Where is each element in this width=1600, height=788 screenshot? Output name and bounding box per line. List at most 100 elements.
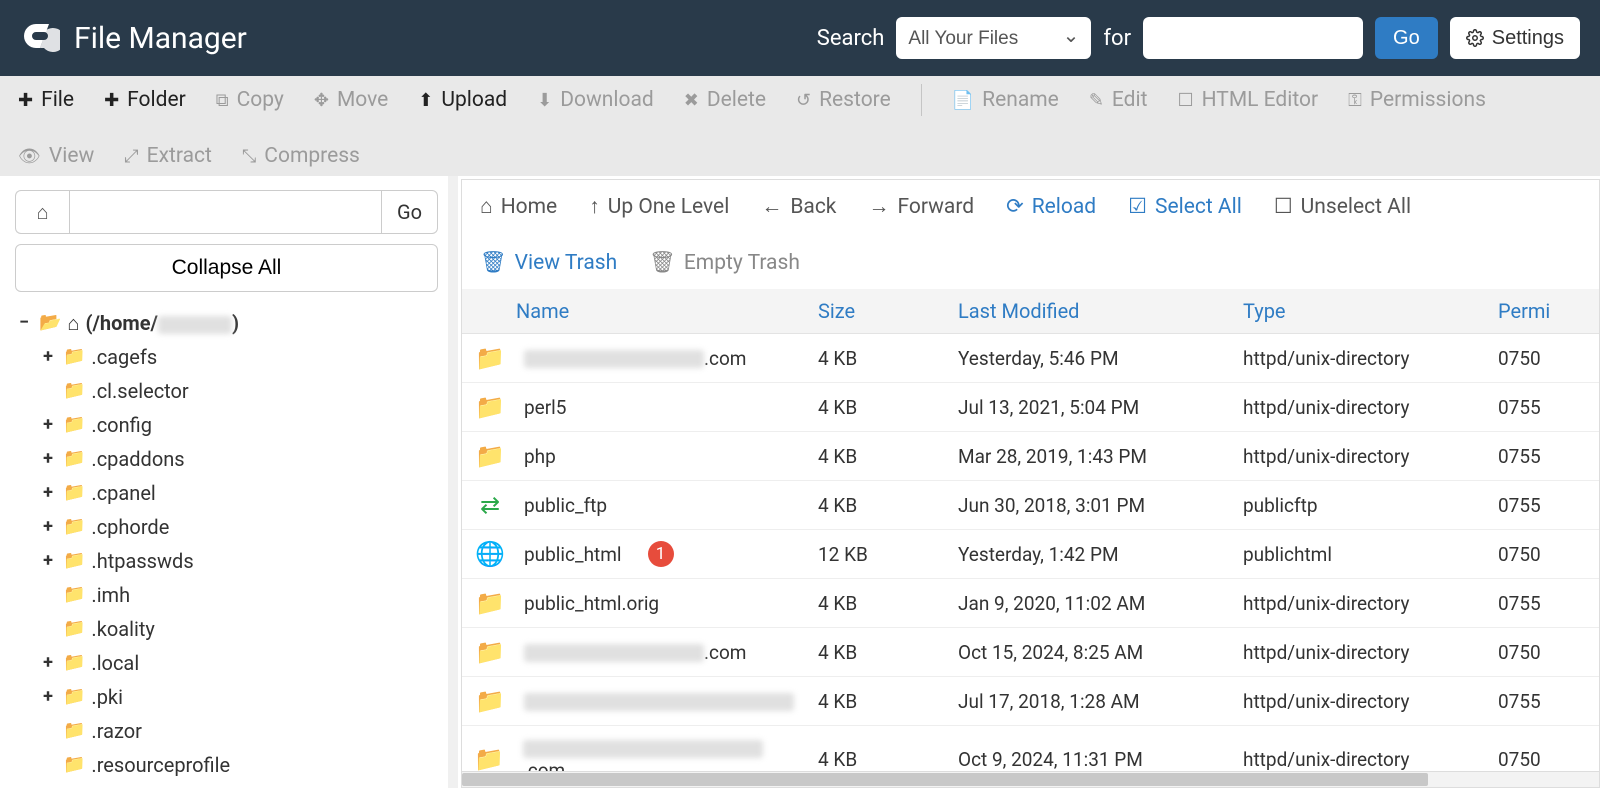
file-name	[524, 690, 794, 713]
download-button[interactable]: ⬇Download	[537, 88, 654, 112]
table-row[interactable]: 📁php4 KBMar 28, 2019, 1:43 PMhttpd/unix-…	[462, 432, 1599, 481]
settings-button[interactable]: Settings	[1450, 17, 1580, 59]
tree-item[interactable]: +📁.softaculous	[39, 782, 438, 788]
expand-icon[interactable]: +	[39, 411, 57, 440]
tree-item[interactable]: +📁.cpanel	[39, 476, 438, 510]
page-title: File Manager	[74, 21, 247, 56]
forward-button[interactable]: →Forward	[868, 195, 974, 219]
tree-item-label: .razor	[91, 715, 142, 747]
reload-button[interactable]: ⟳Reload	[1006, 194, 1096, 219]
tree-item[interactable]: +📁.cl.selector	[39, 374, 438, 408]
delete-button[interactable]: ✖Delete	[684, 88, 766, 112]
home-button[interactable]: ⌂Home	[480, 195, 557, 219]
up-one-level-button[interactable]: ↑Up One Level	[589, 195, 729, 219]
expand-icon[interactable]: +	[39, 649, 57, 678]
file-permissions: 0750	[1486, 628, 1599, 677]
plus-icon: ✚	[18, 90, 33, 111]
home-icon[interactable]: ⌂	[15, 190, 69, 234]
content-pane: ⌂Home ↑Up One Level ←Back →Forward ⟳Relo…	[458, 176, 1600, 788]
tree-item[interactable]: +📁.pki	[39, 680, 438, 714]
permissions-button[interactable]: ⚿Permissions	[1348, 88, 1486, 112]
file-type: publichtml	[1231, 530, 1486, 579]
copy-button[interactable]: ⧉Copy	[216, 88, 284, 112]
col-permissions[interactable]: Permi	[1486, 289, 1599, 334]
tree-item[interactable]: +📁.cagefs	[39, 340, 438, 374]
file-name: .com	[523, 736, 794, 771]
table-row[interactable]: 📁.com4 KBOct 15, 2024, 8:25 AMhttpd/unix…	[462, 628, 1599, 677]
tree-item[interactable]: +📁.cpaddons	[39, 442, 438, 476]
col-type[interactable]: Type	[1231, 289, 1486, 334]
tree-item-label: .resourceprofile	[91, 749, 230, 781]
move-button[interactable]: ✥Move	[314, 88, 388, 112]
file-button[interactable]: ✚File	[18, 88, 74, 112]
html-editor-button[interactable]: ☐HTML Editor	[1177, 88, 1318, 112]
empty-trash-button[interactable]: 🗑Empty Trash	[649, 251, 800, 275]
tree-item[interactable]: +📁.resourceprofile	[39, 748, 438, 782]
expand-icon[interactable]: +	[39, 547, 57, 576]
view-trash-button[interactable]: 🗑View Trash	[480, 251, 617, 275]
reload-icon: ⟳	[1006, 194, 1024, 219]
folder-icon: 📁	[63, 785, 85, 788]
folder-icon: 📁	[63, 479, 85, 508]
table-row[interactable]: 📁perl54 KBJul 13, 2021, 5:04 PMhttpd/uni…	[462, 383, 1599, 432]
expand-icon[interactable]: +	[39, 683, 57, 712]
table-row[interactable]: 📁4 KBJul 17, 2018, 1:28 AMhttpd/unix-dir…	[462, 677, 1599, 726]
tree-item[interactable]: +📁.imh	[39, 578, 438, 612]
tree-item[interactable]: +📁.config	[39, 408, 438, 442]
path-input[interactable]	[69, 190, 382, 234]
rename-button[interactable]: 📄Rename	[952, 88, 1059, 112]
back-button[interactable]: ←Back	[761, 195, 836, 219]
expand-icon[interactable]: +	[39, 479, 57, 508]
compress-button[interactable]: ⤡Compress	[242, 144, 360, 168]
tree-item-label: .imh	[91, 579, 130, 611]
expand-icon[interactable]: +	[39, 513, 57, 542]
file-permissions: 0755	[1486, 677, 1599, 726]
file-name: php	[524, 445, 556, 468]
tree-item[interactable]: +📁.htpasswds	[39, 544, 438, 578]
left-arrow-icon: ←	[761, 195, 782, 219]
horizontal-scrollbar[interactable]	[462, 771, 1599, 787]
folder-button[interactable]: ✚Folder	[104, 88, 186, 112]
extract-button[interactable]: ⤢Extract	[124, 144, 212, 168]
file-size: 4 KB	[806, 628, 946, 677]
table-row[interactable]: 🌐public_html112 KBYesterday, 1:42 PMpubl…	[462, 530, 1599, 579]
select-all-button[interactable]: ☑Select All	[1128, 194, 1242, 219]
expand-icon[interactable]: +	[39, 785, 57, 788]
tree-item[interactable]: +📁.razor	[39, 714, 438, 748]
unselect-all-button[interactable]: ☐Unselect All	[1274, 194, 1411, 219]
file-size: 4 KB	[806, 726, 946, 772]
file-type: publicftp	[1231, 481, 1486, 530]
path-go-button[interactable]: Go	[382, 190, 438, 234]
tree-item-label: .local	[91, 647, 139, 679]
search-scope-select[interactable]: All Your Files	[896, 17, 1091, 59]
table-row[interactable]: ⇄public_ftp4 KBJun 30, 2018, 3:01 PMpubl…	[462, 481, 1599, 530]
tree-item-label: .cagefs	[91, 341, 157, 373]
file-type: httpd/unix-directory	[1231, 334, 1486, 383]
col-size[interactable]: Size	[806, 289, 946, 334]
edit-button[interactable]: ✎Edit	[1089, 88, 1148, 112]
collapse-all-button[interactable]: Collapse All	[15, 244, 438, 292]
col-modified[interactable]: Last Modified	[946, 289, 1231, 334]
expand-icon[interactable]: +	[39, 343, 57, 372]
tree-item[interactable]: +📁.local	[39, 646, 438, 680]
file-name: public_html	[524, 543, 622, 566]
file-name: public_html.orig	[524, 592, 659, 615]
file-permissions: 0755	[1486, 481, 1599, 530]
tree-root[interactable]: − 📂 ⌂ (/home/)	[15, 306, 438, 340]
expand-icon[interactable]: +	[39, 445, 57, 474]
col-name[interactable]: Name	[462, 289, 806, 334]
directory-tree: − 📂 ⌂ (/home/) +📁.cagefs+📁.cl.selector+📁…	[15, 306, 438, 788]
search-go-button[interactable]: Go	[1375, 17, 1438, 59]
collapse-icon[interactable]: −	[15, 309, 33, 338]
file-type: httpd/unix-directory	[1231, 432, 1486, 481]
tree-item-label: .cpanel	[91, 477, 155, 509]
tree-item[interactable]: +📁.koality	[39, 612, 438, 646]
table-row[interactable]: 📁public_html.orig4 KBJan 9, 2020, 11:02 …	[462, 579, 1599, 628]
table-row[interactable]: 📁.com4 KBYesterday, 5:46 PMhttpd/unix-di…	[462, 334, 1599, 383]
tree-item[interactable]: +📁.cphorde	[39, 510, 438, 544]
view-button[interactable]: 👁View	[18, 144, 94, 168]
table-row[interactable]: 📁.com4 KBOct 9, 2024, 11:31 PMhttpd/unix…	[462, 726, 1599, 772]
search-input[interactable]	[1143, 17, 1363, 59]
upload-button[interactable]: ⬆Upload	[418, 88, 507, 112]
restore-button[interactable]: ↺Restore	[796, 88, 891, 112]
